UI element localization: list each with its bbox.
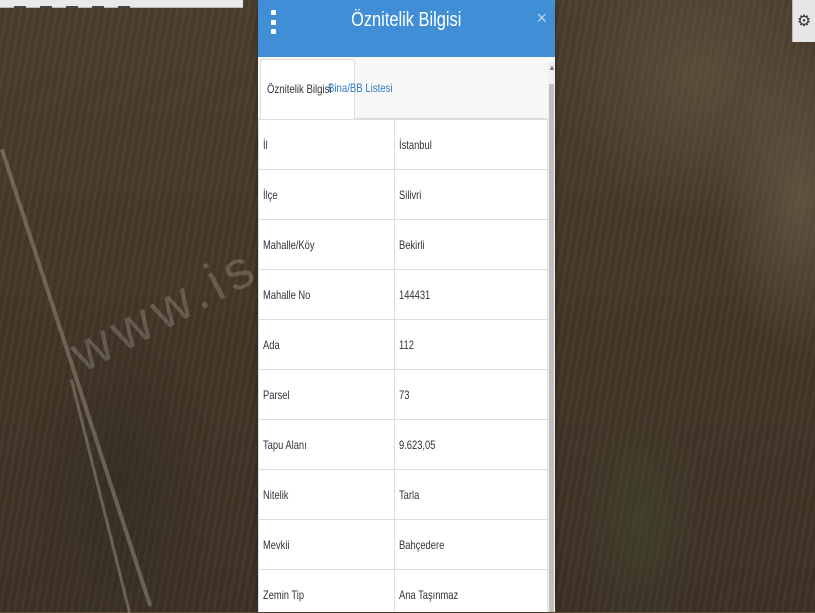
tab-label: Bina/BB Listesi (328, 81, 393, 95)
map-toolbar (0, 0, 243, 8)
panel-title: Öznitelik Bilgisi (351, 9, 462, 31)
attribute-value: İstanbul (394, 119, 548, 170)
attribute-value: 112 (394, 319, 548, 370)
table-row: Mevkii Bahçedere (258, 519, 548, 570)
table-row: Nitelik Tarla (258, 469, 548, 520)
attribute-key: Mahalle/Köy (258, 219, 395, 270)
attribute-key: Tapu Alanı (258, 419, 395, 470)
attribute-value: 144431 (394, 269, 548, 320)
tab-bar: Öznitelik Bilgisi Bina/BB Listesi (258, 57, 555, 119)
attribute-value: Bahçedere (394, 519, 548, 570)
attribute-value: Tarla (394, 469, 548, 520)
toolbar-tool-icon[interactable] (14, 0, 26, 8)
attribute-value: 73 (394, 369, 548, 420)
tab-building-list[interactable]: Bina/BB Listesi (322, 59, 415, 117)
attribute-value: Bekirli (394, 219, 548, 270)
attribute-key: Ada (258, 319, 395, 370)
scroll-up-arrow-icon[interactable]: ▲ (548, 62, 555, 74)
panel-header: Öznitelik Bilgisi × (258, 0, 555, 57)
table-row: Parsel 73 (258, 369, 548, 420)
attribute-value: Silivri (394, 169, 548, 220)
toolbar-tool-icon[interactable] (92, 0, 104, 8)
scroll-thumb[interactable] (549, 84, 554, 612)
attribute-info-panel: Öznitelik Bilgisi × Öznitelik Bilgisi Bi… (258, 0, 555, 612)
table-row: Tapu Alanı 9.623,05 (258, 419, 548, 470)
toolbar-tool-icon[interactable] (118, 0, 130, 8)
attribute-key: İlçe (258, 169, 395, 220)
attribute-key: Zemin Tip (258, 569, 395, 612)
attribute-table: İl İstanbul İlçe Silivri Mahalle/Köy Bek… (258, 119, 548, 612)
toolbar-tool-icon[interactable] (40, 0, 52, 8)
attribute-key: Parsel (258, 369, 395, 420)
table-row: İl İstanbul (258, 119, 548, 170)
attribute-key: Mevkii (258, 519, 395, 570)
gear-icon: ⚙ (796, 13, 812, 30)
table-row: Ada 112 (258, 319, 548, 370)
table-row: Zemin Tip Ana Taşınmaz (258, 569, 548, 612)
toolbar-tool-icon[interactable] (66, 0, 78, 8)
table-row: Mahalle No 144431 (258, 269, 548, 320)
settings-button[interactable]: ⚙ (792, 0, 815, 42)
table-row: Mahalle/Köy Bekirli (258, 219, 548, 270)
attribute-key: Nitelik (258, 469, 395, 520)
scrollbar[interactable]: ▲ (548, 62, 555, 612)
table-row: İlçe Silivri (258, 169, 548, 220)
attribute-key: İl (258, 119, 395, 170)
attribute-value: 9.623,05 (394, 419, 548, 470)
attribute-key: Mahalle No (258, 269, 395, 320)
attribute-value: Ana Taşınmaz (394, 569, 548, 612)
close-icon[interactable]: × (536, 8, 547, 29)
vertical-dots-icon[interactable] (270, 10, 276, 34)
